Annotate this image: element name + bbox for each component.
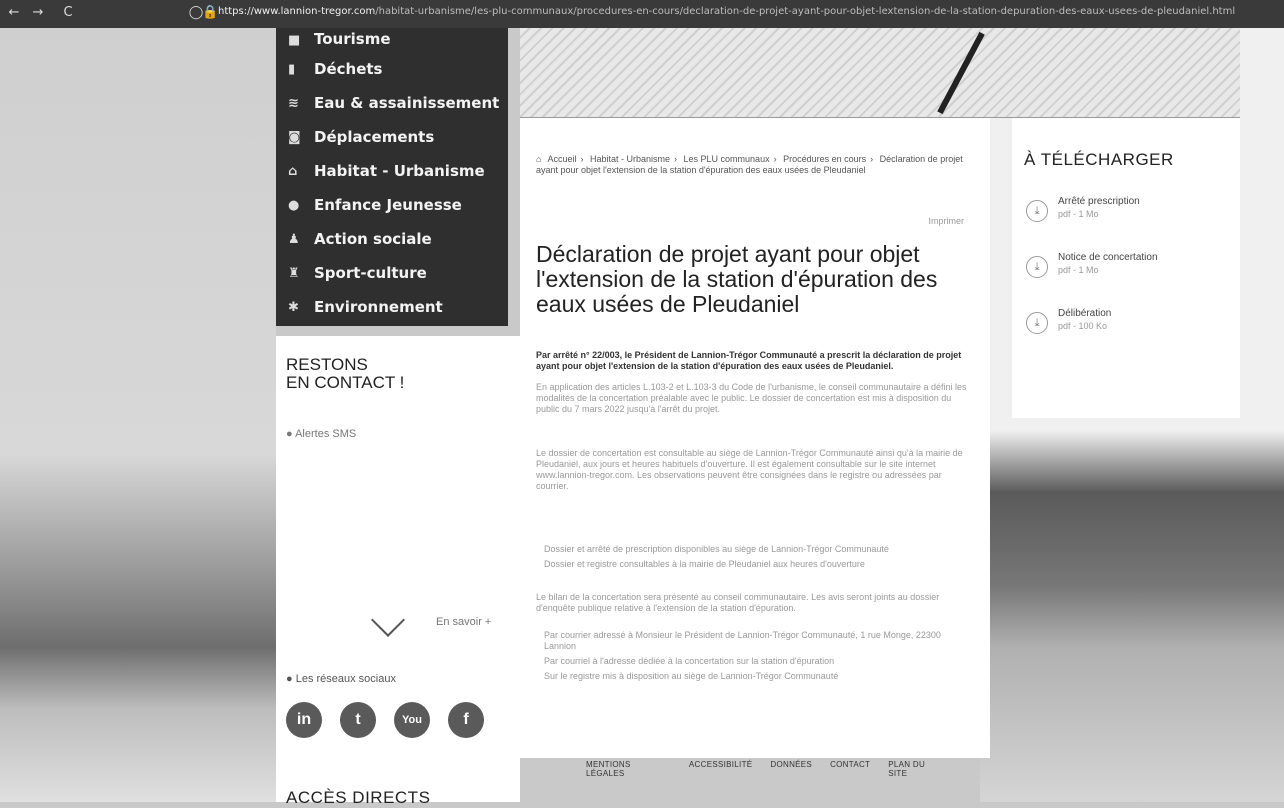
footer-link[interactable]: MENTIONS LÉGALES — [586, 760, 671, 778]
sms-alerts-link[interactable]: ● Alertes SMS — [286, 428, 356, 440]
article-panel: ⌂ Accueil › Habitat - Urbanisme › Les PLU … — [520, 118, 990, 758]
article-paragraph: En application des articles L.103-2 et L… — [536, 382, 967, 414]
download-meta: pdf - 1 Mo — [1058, 265, 1099, 275]
menu-item-label: Action sociale — [314, 230, 432, 248]
download-meta: pdf - 100 Ko — [1058, 321, 1108, 331]
downloads-title: À TÉLÉCHARGER — [1024, 150, 1174, 169]
menu-item-label: Habitat - Urbanisme — [314, 162, 485, 180]
browser-toolbar: ← → C ◯ 🔒 https://www.lannion-tregor.com… — [0, 0, 1284, 28]
print-button[interactable]: Imprimer — [929, 216, 965, 226]
linkedin-icon[interactable]: in — [286, 702, 322, 738]
footer-link[interactable]: CONTACT — [830, 760, 870, 778]
child-icon: ● — [288, 197, 300, 213]
culture-icon: ♜ — [288, 265, 300, 281]
pen-image — [937, 31, 985, 115]
download-title: Arrêté prescription — [1058, 196, 1140, 207]
menu-item-sport-culture[interactable]: ♜ Sport-culture — [276, 256, 508, 290]
list-item: Par courriel à l'adresse dédiée à la con… — [544, 656, 835, 666]
main-menu: ■ Tourisme ▮ Déchets ≋ Eau & assainissement… — [276, 28, 508, 326]
menu-item-dechets[interactable]: ▮ Déchets — [276, 52, 508, 86]
footer-link[interactable]: ACCESSIBILITÉ — [689, 760, 752, 778]
download-icon: ⤓ — [1026, 200, 1048, 222]
back-icon[interactable]: ← — [6, 5, 22, 21]
breadcrumb: ⌂ Accueil › Habitat - Urbanisme › Les PLU … — [536, 154, 963, 175]
menu-item-environnement[interactable]: ✱ Environnement — [276, 290, 508, 324]
menu-item-enfance[interactable]: ● Enfance Jeunesse — [276, 188, 508, 222]
menu-item-label: Déchets — [314, 60, 383, 78]
background-photo-left — [0, 28, 276, 802]
more-link[interactable]: En savoir + — [436, 616, 491, 628]
footer-link[interactable]: PLAN DU SITE — [888, 760, 946, 778]
url-domain: https://www.lannion-tregor.com — [218, 6, 376, 17]
list-item: Dossier et registre consultables à la ma… — [544, 559, 865, 569]
house-icon: ⌂ — [288, 163, 298, 179]
menu-item-deplacements[interactable]: ◙ Déplacements — [276, 120, 508, 154]
water-icon: ≋ — [288, 95, 299, 111]
list-item: Dossier et arrêté de prescription dispon… — [544, 544, 889, 554]
download-item[interactable]: ⤓ Délibération pdf - 100 Ko — [1026, 308, 1111, 334]
acces-directs-heading: ACCÈS DIRECTS — [286, 788, 431, 807]
list-item: Sur le registre mis à disposition au siè… — [544, 671, 839, 681]
trash-icon: ▮ — [288, 61, 296, 77]
lock-icon[interactable]: 🔒 — [202, 5, 218, 21]
footer-links: MENTIONS LÉGALES ACCESSIBILITÉ DONNÉES C… — [586, 760, 946, 778]
download-item[interactable]: ⤓ Notice de concertation pdf - 1 Mo — [1026, 252, 1158, 278]
menu-item-label: Environnement — [314, 298, 443, 316]
menu-item-tourisme[interactable]: ■ Tourisme — [276, 28, 508, 52]
breadcrumb-item[interactable]: Les PLU communaux — [684, 154, 770, 164]
leaf-icon: ✱ — [288, 299, 299, 315]
list-item: Par courrier adressé à Monsieur le Prési… — [544, 630, 941, 651]
download-title: Délibération — [1058, 308, 1112, 319]
social-links: in t You f — [286, 702, 484, 738]
people-icon: ♟ — [288, 231, 300, 247]
download-meta: pdf - 1 Mo — [1058, 209, 1099, 219]
breadcrumb-item[interactable]: Habitat - Urbanisme — [590, 154, 670, 164]
article-paragraph: Le dossier de concertation est consultab… — [536, 448, 963, 491]
menu-item-label: Déplacements — [314, 128, 435, 146]
article-paragraph: Le bilan de la concertation sera présent… — [536, 592, 940, 613]
downloads-panel: À TÉLÉCHARGER ⤓ Arrêté prescription pdf -… — [1012, 118, 1240, 418]
youtube-icon[interactable]: You — [394, 702, 430, 738]
download-title: Notice de concertation — [1058, 252, 1158, 263]
chevron-down-icon[interactable] — [371, 603, 405, 637]
breadcrumb-item[interactable]: Accueil — [547, 154, 576, 164]
download-icon: ⤓ — [1026, 256, 1048, 278]
hero-banner-image — [520, 28, 1240, 118]
social-networks-label: ● Les réseaux sociaux — [286, 673, 396, 685]
twitter-icon[interactable]: t — [340, 702, 376, 738]
download-item[interactable]: ⤓ Arrêté prescription pdf - 1 Mo — [1026, 196, 1140, 222]
article-list: Dossier et arrêté de prescription dispon… — [544, 544, 974, 574]
breadcrumb-item[interactable]: Procédures en cours — [783, 154, 866, 164]
contact-title: RESTONS EN CONTACT ! — [286, 355, 405, 392]
footer-link[interactable]: DONNÉES — [770, 760, 812, 778]
menu-item-label: Sport-culture — [314, 264, 427, 282]
menu-item-habitat[interactable]: ⌂ Habitat - Urbanisme — [276, 154, 508, 188]
address-bar[interactable]: https://www.lannion-tregor.com/habitat-u… — [218, 6, 1268, 22]
bus-icon: ◙ — [288, 129, 301, 145]
menu-item-label: Enfance Jeunesse — [314, 196, 462, 214]
article-list: Par courrier adressé à Monsieur le Prési… — [544, 630, 974, 686]
camera-icon: ■ — [288, 33, 301, 48]
menu-item-eau[interactable]: ≋ Eau & assainissement — [276, 86, 508, 120]
download-icon: ⤓ — [1026, 312, 1048, 334]
reload-icon[interactable]: C — [60, 5, 76, 21]
home-icon[interactable]: ⌂ — [536, 154, 541, 164]
forward-icon[interactable]: → — [30, 5, 46, 21]
menu-item-label: Tourisme — [314, 30, 391, 48]
article-lead: Par arrêté n° 22/003, le Président de La… — [536, 350, 962, 371]
menu-item-action-sociale[interactable]: ♟ Action sociale — [276, 222, 508, 256]
menu-item-label: Eau & assainissement — [314, 94, 500, 112]
url-path: /habitat-urbanisme/les-plu-communaux/pro… — [375, 6, 1236, 17]
page-title: Déclaration de projet ayant pour objet l… — [536, 241, 938, 317]
facebook-icon[interactable]: f — [448, 702, 484, 738]
contact-panel: RESTONS EN CONTACT ! ● Alertes SMS En sav… — [276, 336, 520, 807]
